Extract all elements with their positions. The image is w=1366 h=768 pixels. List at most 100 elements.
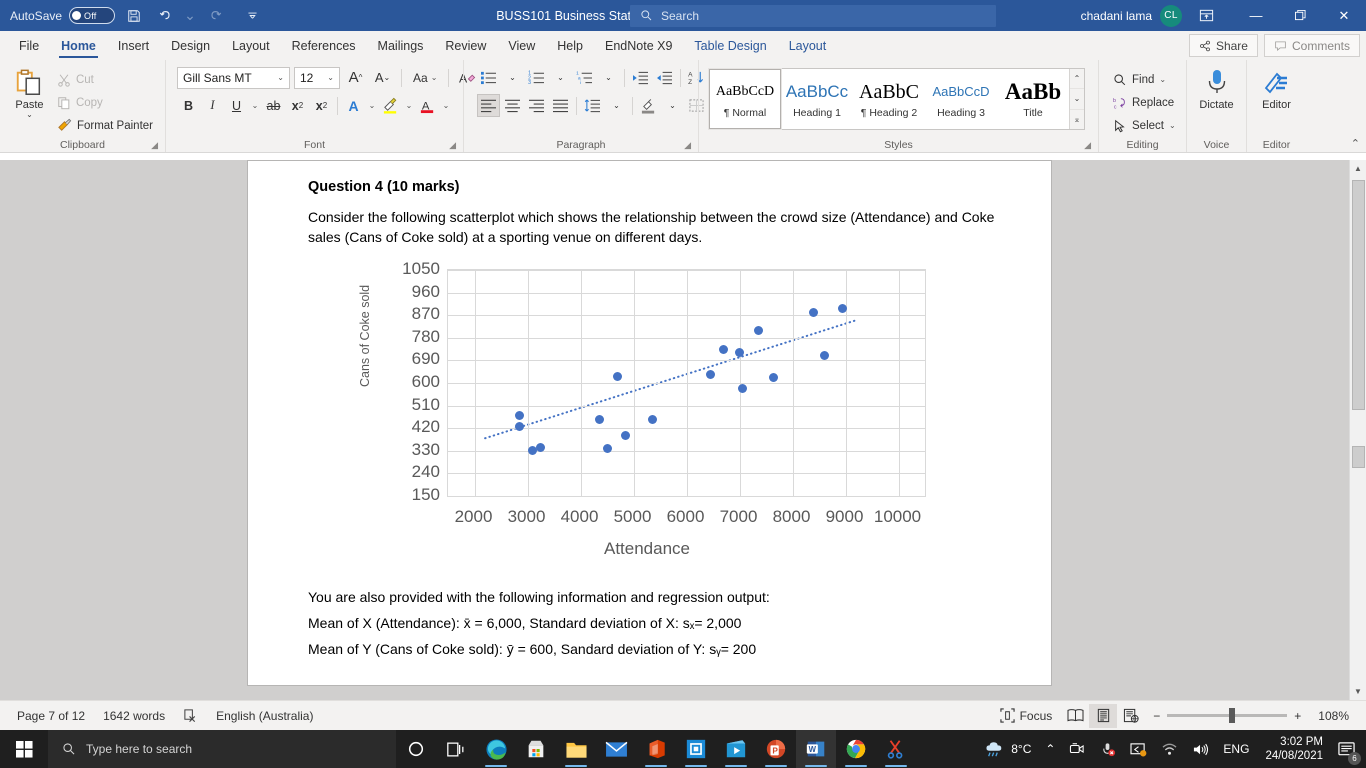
vertical-scrollbar[interactable]: ▲ ▼: [1349, 160, 1366, 700]
subscript-button[interactable]: x2: [286, 94, 309, 117]
redo-icon[interactable]: [203, 4, 227, 28]
undo-icon[interactable]: [153, 4, 177, 28]
tab-references[interactable]: References: [281, 31, 367, 60]
align-right-icon[interactable]: [525, 94, 548, 117]
paste-dropdown-icon[interactable]: ⌄: [26, 111, 33, 119]
focus-button[interactable]: Focus: [991, 708, 1062, 723]
align-left-icon[interactable]: [477, 94, 500, 117]
ribbon-display-options-icon[interactable]: [1194, 4, 1218, 28]
shading-icon[interactable]: [637, 94, 660, 117]
user-name[interactable]: chadani lama: [1081, 9, 1152, 23]
zoom-track[interactable]: [1167, 708, 1288, 723]
office-icon[interactable]: [636, 730, 676, 768]
italic-button[interactable]: I: [201, 94, 224, 117]
screen-share-icon[interactable]: [1124, 730, 1153, 768]
autosave-toggle[interactable]: Off: [69, 7, 116, 24]
language-indicator[interactable]: English (Australia): [207, 709, 322, 723]
tab-home[interactable]: Home: [50, 31, 107, 60]
text-effects-button[interactable]: A: [342, 94, 365, 117]
comments-button[interactable]: Comments: [1263, 34, 1360, 57]
scroll-up-icon[interactable]: ▲: [1350, 160, 1366, 177]
numbering-icon[interactable]: 123: [525, 66, 548, 89]
font-size-combo[interactable]: 12 ⌄: [294, 66, 340, 89]
document-page[interactable]: Question 4 (10 marks) Consider the follo…: [247, 160, 1052, 686]
style-title[interactable]: AaBb Title: [997, 69, 1069, 129]
read-mode-icon[interactable]: [1061, 704, 1089, 728]
zoom-thumb[interactable]: [1229, 708, 1236, 723]
tab-table-design[interactable]: Table Design: [683, 31, 777, 60]
shrink-font-button[interactable]: A ⌄: [371, 66, 394, 89]
print-layout-icon[interactable]: [1089, 703, 1118, 728]
styles-scrollbar[interactable]: ⌃ ⌄ ⌅: [1069, 69, 1084, 129]
word-icon[interactable]: W: [796, 730, 836, 768]
notifications-icon[interactable]: 6: [1333, 730, 1366, 768]
align-center-icon[interactable]: [501, 94, 524, 117]
tab-file[interactable]: File: [8, 31, 50, 60]
page-indicator[interactable]: Page 7 of 12: [8, 709, 94, 723]
styles-more-icon[interactable]: ⌅: [1070, 109, 1084, 129]
collapse-ribbon-icon[interactable]: ⌃: [1351, 137, 1360, 150]
find-dropdown-icon[interactable]: ⌄: [1159, 75, 1166, 84]
decrease-indent-icon[interactable]: [629, 66, 652, 89]
styles-scroll-up-icon[interactable]: ⌃: [1070, 69, 1084, 90]
share-button[interactable]: Share: [1188, 34, 1258, 57]
tab-insert[interactable]: Insert: [107, 31, 160, 60]
show-hidden-icons-icon[interactable]: ⌃: [1039, 730, 1061, 768]
windows-start-icon[interactable]: [0, 730, 48, 768]
wifi-icon[interactable]: [1155, 730, 1184, 768]
format-painter-button[interactable]: Format Painter: [52, 115, 158, 136]
undo-dropdown-icon[interactable]: ⌄: [184, 4, 196, 28]
minimize-button[interactable]: —: [1234, 0, 1278, 31]
clipboard-dialog-launcher[interactable]: ◢: [151, 140, 158, 151]
style-heading-1[interactable]: AaBbCc Heading 1: [781, 69, 853, 129]
tab-review[interactable]: Review: [434, 31, 497, 60]
clock[interactable]: 3:02 PM 24/08/2021: [1257, 735, 1331, 763]
style-normal[interactable]: AaBbCcD ¶ Normal: [708, 68, 782, 130]
zoom-slider[interactable]: − +: [1145, 708, 1309, 723]
onedrive-app-icon[interactable]: [676, 730, 716, 768]
bullets-dropdown-icon[interactable]: ⌄: [501, 66, 524, 89]
shading-dropdown-icon[interactable]: ⌄: [661, 94, 684, 117]
select-button[interactable]: Select ⌄: [1108, 115, 1181, 136]
weather-widget[interactable]: 8°C: [978, 730, 1037, 768]
movies-tv-icon[interactable]: [716, 730, 756, 768]
strikethrough-button[interactable]: ab: [262, 94, 285, 117]
line-spacing-dropdown-icon[interactable]: ⌄: [605, 94, 628, 117]
tab-table-layout[interactable]: Layout: [778, 31, 838, 60]
customize-quick-access-icon[interactable]: [240, 4, 264, 28]
google-chrome-icon[interactable]: [836, 730, 876, 768]
bold-button[interactable]: B: [177, 94, 200, 117]
zoom-level[interactable]: 108%: [1309, 709, 1358, 723]
powerpoint-icon[interactable]: P: [756, 730, 796, 768]
scroll-page-marker[interactable]: [1352, 446, 1365, 468]
font-name-combo[interactable]: Gill Sans MT ⌄: [177, 66, 290, 89]
tab-layout[interactable]: Layout: [221, 31, 281, 60]
avatar[interactable]: CL: [1160, 4, 1182, 27]
language-indicator[interactable]: ENG: [1217, 730, 1255, 768]
find-button[interactable]: Find ⌄: [1108, 69, 1181, 90]
word-count[interactable]: 1642 words: [94, 709, 174, 723]
font-color-button[interactable]: A: [416, 94, 439, 117]
scrollbar-thumb[interactable]: [1352, 180, 1365, 410]
file-explorer-icon[interactable]: [556, 730, 596, 768]
font-color-dropdown-icon[interactable]: ⌄: [440, 94, 452, 117]
underline-button[interactable]: U: [225, 94, 248, 117]
style-heading-3[interactable]: AaBbCcD Heading 3: [925, 69, 997, 129]
tab-mailings[interactable]: Mailings: [367, 31, 435, 60]
tab-design[interactable]: Design: [160, 31, 221, 60]
highlight-button[interactable]: [379, 94, 402, 117]
increase-indent-icon[interactable]: [653, 66, 676, 89]
camera-icon[interactable]: [1063, 730, 1091, 768]
multilevel-dropdown-icon[interactable]: ⌄: [597, 66, 620, 89]
tab-view[interactable]: View: [497, 31, 546, 60]
font-dialog-launcher[interactable]: ◢: [449, 140, 456, 151]
volume-icon[interactable]: [1186, 730, 1215, 768]
task-view-icon[interactable]: [436, 730, 476, 768]
cortana-icon[interactable]: [396, 730, 436, 768]
styles-dialog-launcher[interactable]: ◢: [1084, 140, 1091, 151]
mail-icon[interactable]: [596, 730, 636, 768]
proofing-errors-icon[interactable]: [174, 708, 207, 723]
underline-dropdown-icon[interactable]: ⌄: [249, 94, 261, 117]
line-spacing-icon[interactable]: [581, 94, 604, 117]
change-case-button[interactable]: Aa ⌄: [409, 66, 441, 89]
